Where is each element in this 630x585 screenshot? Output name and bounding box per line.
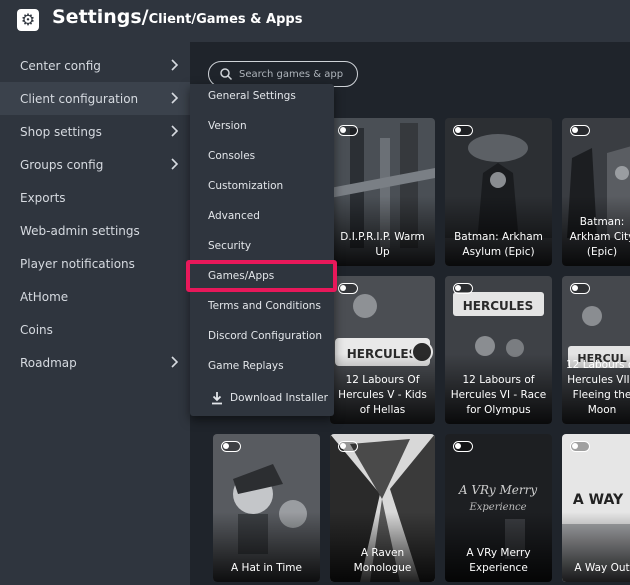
- sidebar: Center config Client configuration Shop …: [0, 42, 190, 585]
- game-card[interactable]: A Hat in Time: [213, 434, 320, 582]
- game-card[interactable]: HERCULES 12 Labours of Hercules VI - Rac…: [445, 276, 552, 424]
- submenu-item-label: Customization: [208, 180, 284, 192]
- game-card[interactable]: HERCUL 12 Labours of Hercules VII - Flee…: [562, 276, 630, 424]
- game-name: Batman: Arkham Asylum (Epic): [454, 231, 543, 258]
- top-header: ⚙ Settings/Client/Games & Apps: [0, 0, 630, 42]
- game-name: A Way Out: [574, 562, 630, 574]
- submenu-item-label: Download Installer: [230, 392, 328, 404]
- chevron-right-icon: [171, 356, 179, 368]
- game-card[interactable]: Batman: Arkham City (Epic): [562, 118, 630, 266]
- sidebar-item-label: Player notifications: [20, 256, 135, 271]
- gear-icon: ⚙: [17, 9, 39, 31]
- chevron-right-icon: [171, 92, 179, 104]
- game-name: Batman: Arkham City (Epic): [569, 216, 630, 258]
- enable-toggle[interactable]: [338, 283, 358, 294]
- submenu-item-discord-configuration[interactable]: Discord Configuration: [190, 324, 334, 348]
- enable-toggle[interactable]: [338, 441, 358, 452]
- title-main: Settings/: [52, 6, 149, 28]
- highlight-frame: [186, 260, 337, 292]
- sidebar-item-athome[interactable]: AtHome: [0, 280, 190, 313]
- submenu-item-security[interactable]: Security: [190, 234, 334, 258]
- submenu-item-label: Advanced: [208, 210, 260, 222]
- chevron-right-icon: [171, 125, 179, 137]
- submenu-item-terms-and-conditions[interactable]: Terms and Conditions: [190, 294, 334, 318]
- enable-toggle[interactable]: [453, 283, 473, 294]
- submenu-item-general-settings[interactable]: General Settings: [190, 84, 334, 108]
- submenu-item-customization[interactable]: Customization: [190, 174, 334, 198]
- submenu-item-label: Version: [208, 120, 247, 132]
- search-icon: [220, 68, 233, 81]
- submenu-item-label: Security: [208, 240, 252, 252]
- sidebar-item-roadmap[interactable]: Roadmap: [0, 346, 190, 379]
- game-card[interactable]: A Raven Monologue: [330, 434, 435, 582]
- svg-text:A WAY: A WAY: [573, 492, 624, 508]
- download-icon: [212, 392, 222, 405]
- submenu-item-label: General Settings: [208, 90, 296, 102]
- sidebar-item-label: Shop settings: [20, 124, 102, 139]
- sidebar-item-coins[interactable]: Coins: [0, 313, 190, 346]
- sidebar-item-label: Client configuration: [20, 91, 139, 106]
- game-name: 12 Labours of Hercules VII - Fleeing the…: [566, 359, 630, 416]
- chevron-right-icon: [171, 59, 179, 71]
- submenu-item-label: Game Replays: [208, 360, 284, 372]
- game-card[interactable]: HERCULES 12 Labours Of Hercules V - Kids…: [330, 276, 435, 424]
- sidebar-item-label: Exports: [20, 190, 66, 205]
- sidebar-item-label: Web-admin settings: [20, 223, 140, 238]
- submenu-item-download-installer[interactable]: Download Installer: [190, 386, 334, 410]
- game-card[interactable]: A VRy Merry Experience A VRy Merry Exper…: [445, 434, 552, 582]
- chevron-right-icon: [171, 158, 179, 170]
- enable-toggle[interactable]: [570, 283, 590, 294]
- submenu-item-label: Discord Configuration: [208, 330, 323, 342]
- sidebar-item-label: Coins: [20, 322, 53, 337]
- enable-toggle[interactable]: [453, 125, 473, 136]
- app-root: ⚙ Settings/Client/Games & Apps Center co…: [0, 0, 630, 585]
- submenu-item-advanced[interactable]: Advanced: [190, 204, 334, 228]
- sidebar-item-groups-config[interactable]: Groups config: [0, 148, 190, 181]
- game-name: A Raven Monologue: [353, 547, 412, 574]
- sidebar-item-web-admin-settings[interactable]: Web-admin settings: [0, 214, 190, 247]
- sidebar-item-label: AtHome: [20, 289, 69, 304]
- sidebar-item-player-notifications[interactable]: Player notifications: [0, 247, 190, 280]
- sidebar-item-label: Groups config: [20, 157, 104, 172]
- client-configuration-submenu: General Settings Version Consoles Custom…: [190, 84, 334, 416]
- sidebar-item-shop-settings[interactable]: Shop settings: [0, 115, 190, 148]
- game-name: 12 Labours Of Hercules V - Kids of Hella…: [338, 374, 427, 416]
- submenu-item-version[interactable]: Version: [190, 114, 334, 138]
- page-title: Settings/Client/Games & Apps: [52, 6, 302, 28]
- game-name: D.I.P.R.I.P. Warm Up: [340, 231, 425, 258]
- enable-toggle[interactable]: [453, 441, 473, 452]
- enable-toggle[interactable]: [570, 441, 590, 452]
- search-input[interactable]: [239, 66, 349, 82]
- sidebar-item-label: Center config: [20, 58, 101, 73]
- game-card[interactable]: A WAY A Way Out: [562, 434, 630, 582]
- game-card[interactable]: D.I.P.R.I.P. Warm Up: [330, 118, 435, 266]
- enable-toggle[interactable]: [221, 441, 241, 452]
- sidebar-item-exports[interactable]: Exports: [0, 181, 190, 214]
- game-name: 12 Labours of Hercules VI - Race for Oly…: [450, 374, 547, 416]
- submenu-item-label: Terms and Conditions: [208, 300, 321, 312]
- sidebar-item-client-configuration[interactable]: Client configuration: [0, 82, 190, 115]
- sidebar-item-label: Roadmap: [20, 355, 77, 370]
- enable-toggle[interactable]: [570, 125, 590, 136]
- game-name: A VRy Merry Experience: [466, 547, 531, 574]
- submenu-item-consoles[interactable]: Consoles: [190, 144, 334, 168]
- submenu-item-game-replays[interactable]: Game Replays: [190, 354, 334, 378]
- svg-text:HERCULES: HERCULES: [463, 299, 534, 313]
- enable-toggle[interactable]: [338, 125, 358, 136]
- game-card[interactable]: Batman: Arkham Asylum (Epic): [445, 118, 552, 266]
- sidebar-item-center-config[interactable]: Center config: [0, 49, 190, 82]
- svg-text:A VRy Merry: A VRy Merry: [458, 483, 537, 497]
- title-breadcrumb: Client/Games & Apps: [148, 12, 303, 27]
- submenu-item-label: Consoles: [208, 150, 256, 162]
- game-name: A Hat in Time: [231, 562, 302, 574]
